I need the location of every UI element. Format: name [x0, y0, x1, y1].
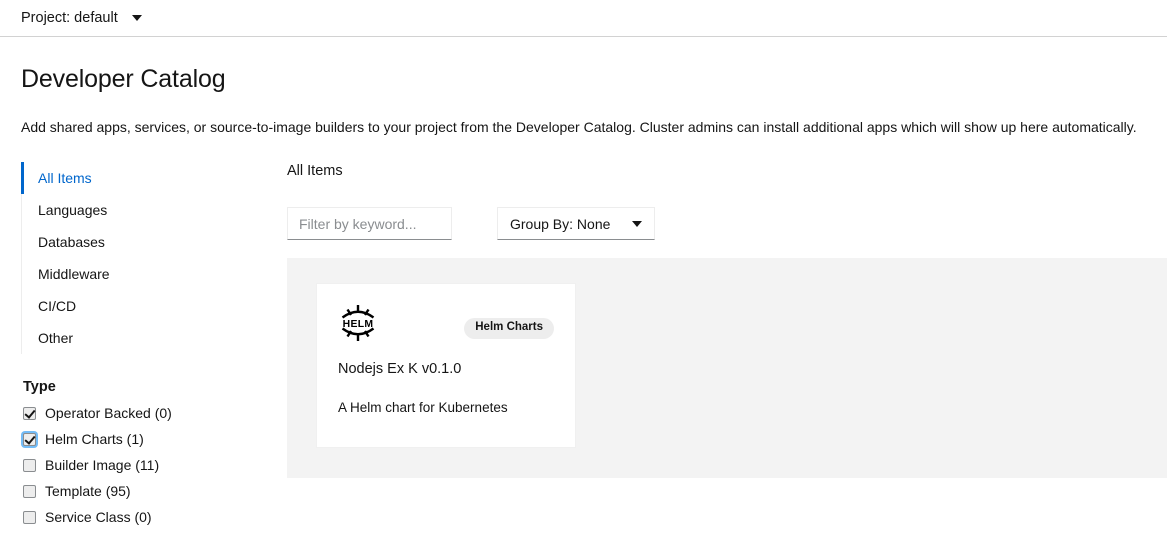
search-input[interactable] — [287, 207, 452, 241]
project-bar: Project: default — [0, 0, 1167, 37]
sidebar-item-label: All Items — [38, 169, 92, 186]
filter-row-template[interactable]: Template (95) — [23, 478, 258, 504]
checkbox-helm-charts[interactable] — [23, 432, 36, 446]
project-selector-label: Project: default — [21, 9, 118, 26]
filter-label: Builder Image (11) — [45, 457, 160, 474]
tile-description: A Helm chart for Kubernetes — [338, 400, 508, 416]
category-list: All Items Languages Databases Middleware… — [21, 161, 258, 354]
catalog-toolbar: Group By: None — [287, 207, 1167, 241]
sidebar-item-label: CI/CD — [38, 297, 77, 314]
sidebar-item-cicd[interactable]: CI/CD — [21, 290, 258, 322]
sidebar-item-label: Other — [38, 329, 74, 346]
filter-label: Template (95) — [45, 483, 131, 500]
sidebar-item-databases[interactable]: Databases — [21, 226, 258, 258]
sidebar-item-middleware[interactable]: Middleware — [21, 258, 258, 290]
catalog-tile-nodejs-ex-k[interactable]: HELM Helm Charts Nodejs Ex K v0.1.0 A He… — [316, 283, 576, 449]
filter-label: Operator Backed (0) — [45, 405, 172, 422]
filter-row-operator-backed[interactable]: Operator Backed (0) — [23, 400, 258, 426]
status-badge: Helm Charts — [464, 318, 554, 339]
chevron-down-icon — [632, 220, 643, 227]
page-header: Developer Catalog Add shared apps, servi… — [0, 64, 1167, 138]
filter-label: Service Class (0) — [45, 509, 152, 526]
helm-logo-icon: HELM — [341, 305, 375, 342]
filter-row-service-class[interactable]: Service Class (0) — [23, 504, 258, 530]
catalog-sidebar: All Items Languages Databases Middleware… — [0, 161, 258, 531]
catalog-content: All Items Group By: None HEL — [258, 162, 1167, 479]
type-filter-heading: Type — [23, 378, 56, 395]
tiles-panel: HELM Helm Charts Nodejs Ex K v0.1.0 A He… — [287, 258, 1167, 479]
group-by-label: Group By: None — [510, 215, 611, 232]
sidebar-item-other[interactable]: Other — [21, 322, 258, 354]
tile-header: HELM Helm Charts — [338, 303, 554, 343]
sidebar-item-label: Middleware — [38, 265, 110, 282]
sidebar-item-label: Languages — [38, 201, 108, 218]
sidebar-item-label: Databases — [38, 233, 105, 250]
checkbox-builder-image[interactable] — [23, 458, 36, 472]
sidebar-item-languages[interactable]: Languages — [21, 194, 258, 226]
checkbox-template[interactable] — [23, 484, 36, 498]
project-selector-dropdown[interactable]: Project: default — [21, 11, 142, 26]
filter-row-helm-charts[interactable]: Helm Charts (1) — [23, 426, 258, 452]
filter-row-builder-image[interactable]: Builder Image (11) — [23, 452, 258, 478]
page-description: Add shared apps, services, or source-to-… — [21, 119, 1137, 135]
filter-label: Helm Charts (1) — [45, 431, 144, 448]
svg-text:HELM: HELM — [343, 319, 374, 330]
chevron-down-icon — [131, 15, 142, 21]
content-heading: All Items — [287, 162, 343, 179]
page-title: Developer Catalog — [21, 65, 226, 93]
type-filter-group: Type Operator Backed (0) Helm Charts (1)… — [21, 380, 258, 531]
tile-title: Nodejs Ex K v0.1.0 — [338, 361, 462, 378]
checkbox-service-class[interactable] — [23, 510, 36, 524]
sidebar-item-all-items[interactable]: All Items — [21, 161, 258, 194]
catalog-body: All Items Languages Databases Middleware… — [0, 161, 1167, 531]
group-by-dropdown[interactable]: Group By: None — [497, 207, 656, 241]
checkbox-operator-backed[interactable] — [23, 406, 36, 420]
